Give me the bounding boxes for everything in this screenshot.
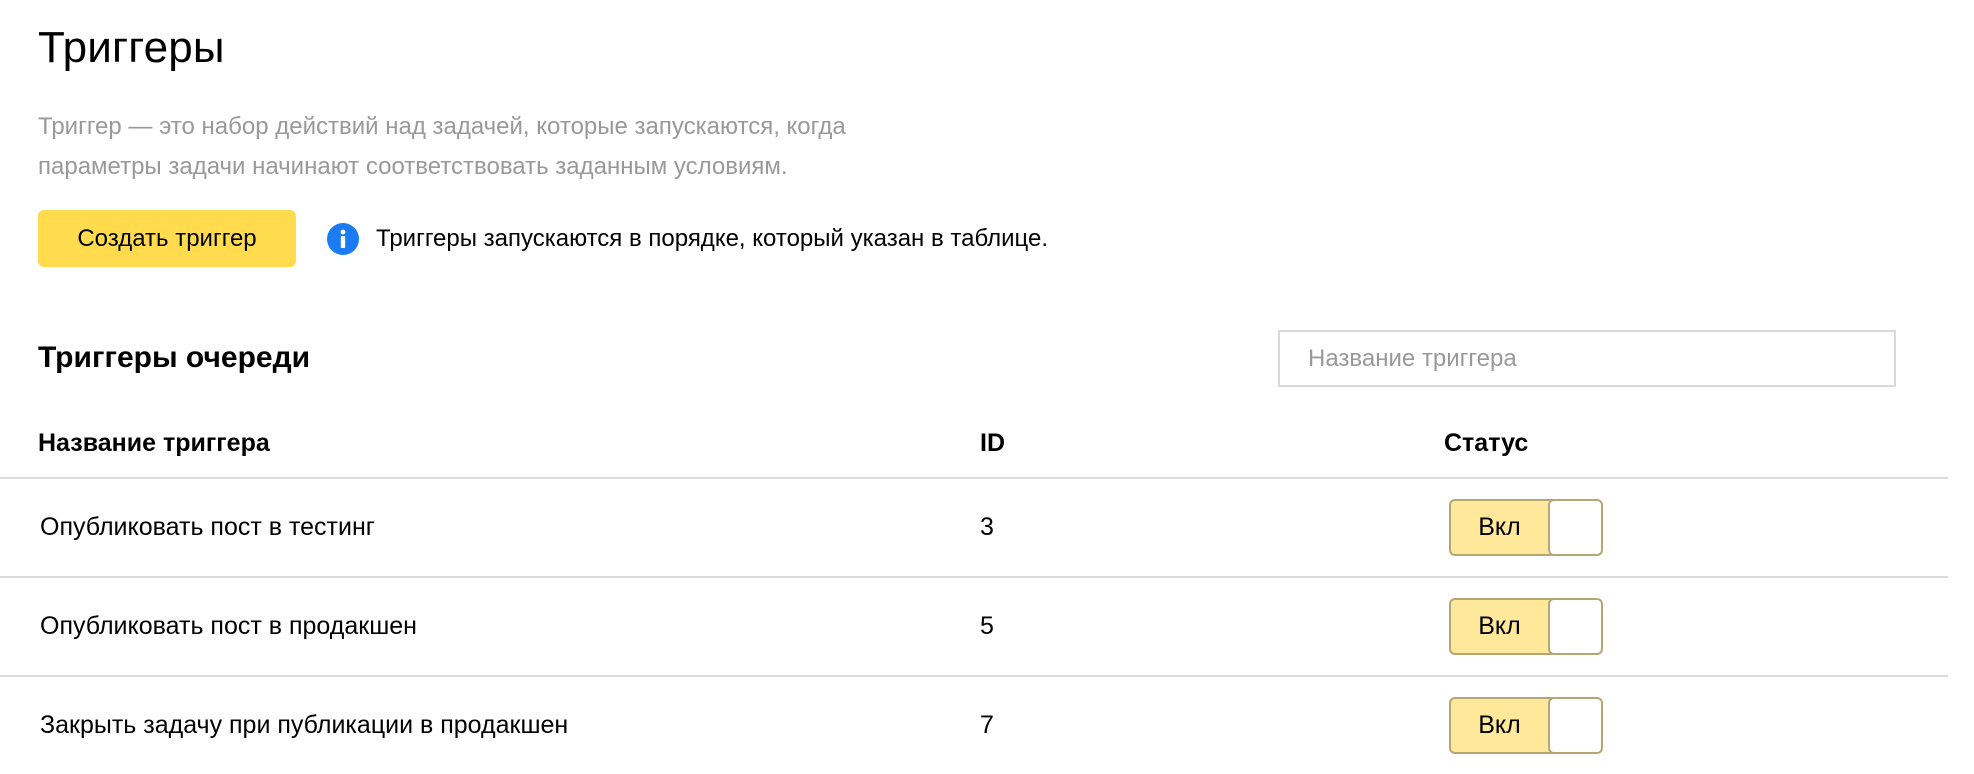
trigger-name[interactable]: Закрыть задачу при публикации в продакше… — [40, 707, 568, 743]
column-header-name: Название триггера — [38, 429, 270, 457]
column-header-status: Статус — [1444, 429, 1529, 457]
info-text: Триггеры запускаются в порядке, который … — [376, 225, 1049, 252]
trigger-id: 7 — [980, 711, 994, 739]
trigger-id: 3 — [980, 513, 994, 541]
trigger-name[interactable]: Опубликовать пост в тестинг — [40, 509, 375, 545]
status-toggle-knob[interactable] — [1548, 699, 1601, 752]
section-title: Триггеры очереди — [38, 341, 311, 374]
status-toggle-knob[interactable] — [1548, 600, 1601, 653]
trigger-name[interactable]: Опубликовать пост в продакшен — [40, 608, 417, 644]
info-icon — [327, 223, 359, 255]
description-line-2: параметры задачи начинают соответствоват… — [38, 153, 788, 180]
status-toggle-label: Вкл — [1478, 711, 1521, 739]
status-toggle[interactable]: Вкл — [1449, 499, 1603, 556]
status-toggle-knob[interactable] — [1548, 501, 1601, 554]
column-header-id: ID — [980, 429, 1005, 457]
info-note: Триггеры запускаются в порядке, который … — [327, 221, 1048, 257]
table-row[interactable]: Опубликовать пост в тестинг 3 Вкл — [0, 479, 1948, 578]
status-toggle-label: Вкл — [1478, 513, 1521, 541]
status-toggle[interactable]: Вкл — [1449, 598, 1603, 655]
page-title: Триггеры — [38, 23, 225, 72]
status-toggle[interactable]: Вкл — [1449, 697, 1603, 754]
description-line-1: Триггер — это набор действий над задачей… — [38, 113, 846, 140]
create-trigger-button[interactable]: Создать триггер — [38, 210, 296, 267]
status-toggle-label: Вкл — [1478, 612, 1521, 640]
trigger-id: 5 — [980, 612, 994, 640]
trigger-search-input[interactable] — [1278, 330, 1896, 387]
triggers-table: Название триггера ID Статус Опубликовать… — [0, 405, 1948, 774]
table-row[interactable]: Закрыть задачу при публикации в продакше… — [0, 677, 1948, 774]
page-description: Триггер — это набор действий над задачей… — [38, 107, 998, 187]
table-row[interactable]: Опубликовать пост в продакшен 5 Вкл — [0, 578, 1948, 677]
table-header: Название триггера ID Статус — [0, 405, 1948, 479]
